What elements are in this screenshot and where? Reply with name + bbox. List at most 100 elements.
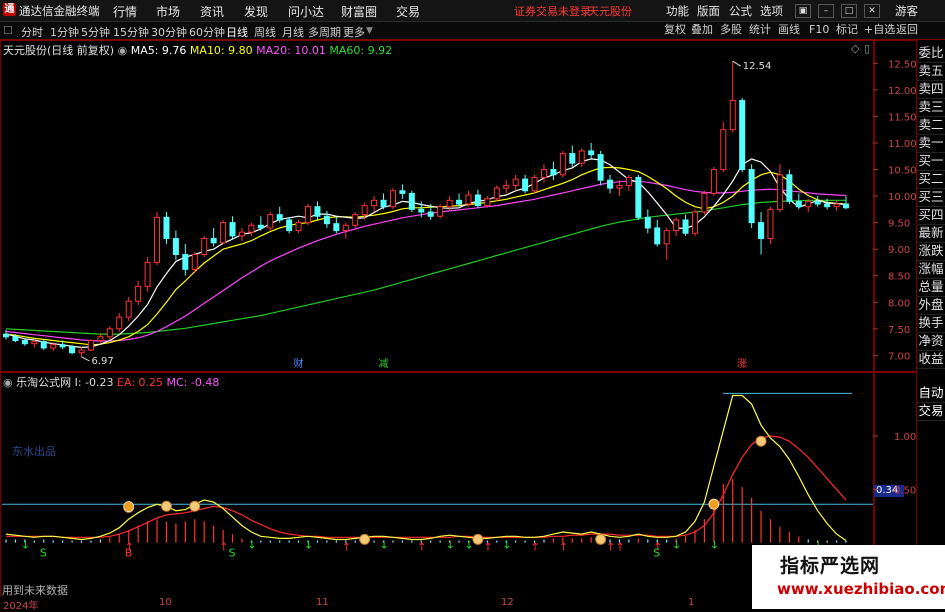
quote-field-2[interactable]: 卖四 [917,80,945,99]
candle-body [474,194,481,207]
candle-body [720,129,727,171]
xaxis-label-oct: 10 [159,597,172,608]
candle-body [663,230,670,245]
candle-body [691,211,698,234]
signal-letter: S [229,547,236,560]
price-tick-label: 8.00 [888,298,910,309]
quote-field-17[interactable]: 收益 [917,350,945,369]
buy-arrow-icon: ↑ [219,541,228,554]
candle-body [418,208,425,213]
xaxis-label-dec: 12 [501,597,514,608]
price-tick-label: 9.50 [888,219,910,230]
candle-body [371,199,378,207]
candle-body [493,187,500,200]
candle-body [31,341,38,345]
quote-field-10[interactable]: 最新 [917,224,945,243]
candle-body [323,215,330,225]
peak-chevron-icon [123,501,134,512]
auto-trade-label-0[interactable]: 自动 [917,384,945,403]
quote-field-5[interactable]: 卖一 [917,134,945,153]
quote-field-11[interactable]: 涨跌 [917,242,945,261]
candle-body [776,174,783,210]
candle-body [795,200,802,208]
candle-body [248,224,255,233]
sell-arrow-icon: ↓ [247,539,256,552]
quote-field-6[interactable]: 买一 [917,152,945,171]
candle-body [267,214,274,229]
candle-body [220,222,227,244]
candle-body [512,178,519,186]
event-marker: 涨 [737,358,747,370]
candle-body [824,203,831,208]
candle-body [201,238,208,255]
candle-body [238,231,245,237]
candle-body [135,285,142,302]
candle-body [50,344,57,349]
candle-body [333,223,340,232]
candle-body [352,214,359,226]
candle-body [635,176,642,218]
sell-arrow-icon: ↓ [446,539,455,552]
quote-field-13[interactable]: 总量 [917,278,945,297]
quote-field-0[interactable]: 委比 [917,44,945,63]
candle-body [78,349,85,354]
indicator-tick-label: 0.50 [894,485,916,496]
quote-field-9[interactable]: 买四 [917,206,945,225]
candle-body [408,192,415,210]
buy-arrow-icon: ↑ [483,541,492,554]
candle-body [531,176,538,192]
low-pointer [81,356,90,362]
event-marker: 财 [294,357,304,370]
candle-body [559,153,566,176]
sell-arrow-icon: ↓ [502,539,511,552]
candle-body [69,346,76,354]
buy-arrow-icon: ↑ [531,541,540,554]
quote-field-12[interactable]: 涨幅 [917,260,945,279]
candle-body [569,153,576,164]
quote-field-4[interactable]: 卖二 [917,116,945,135]
candle-body [748,169,755,224]
quote-field-3[interactable]: 卖三 [917,98,945,117]
buy-arrow-icon: ↑ [417,541,426,554]
buy-arrow-icon: ↑ [615,541,624,554]
chart-canvas[interactable]: 12.5012.0011.5011.0010.5010.009.509.008.… [0,0,945,609]
quote-field-8[interactable]: 买三 [917,188,945,207]
sell-arrow-icon: ↓ [464,539,473,552]
candle-body [295,222,302,232]
candle-body [484,198,491,207]
candle-body [229,222,236,237]
candle-body [729,99,736,131]
quote-field-16[interactable]: 净资 [917,332,945,351]
candle-body [805,200,812,208]
low-price-label: 6.97 [92,356,114,367]
auto-trade-label-1[interactable]: 交易 [917,402,945,421]
candle-body [710,169,717,194]
price-tick-label: 12.00 [888,86,917,97]
price-tick-label: 7.50 [888,325,910,336]
money-bag-icon [472,533,484,545]
candle-body [21,340,28,345]
quote-field-15[interactable]: 换手 [917,314,945,333]
candle-body [437,206,444,217]
watermark-title: 指标严选网 [780,555,881,577]
candle-body [427,211,434,217]
quote-field-14[interactable]: 外盘 [917,296,945,315]
candle-body [625,176,632,186]
candle-body [588,150,595,156]
candle-body [380,199,387,208]
high-pointer [732,60,742,67]
candle-body [833,203,840,208]
buy-arrow-icon: ↑ [606,541,615,554]
money-bag-icon [160,500,172,512]
candle-body [106,328,113,338]
candle-body [399,190,406,194]
ma10-line [5,166,847,346]
candle-body [154,216,161,263]
candle-body [12,336,19,342]
quote-field-7[interactable]: 买二 [917,170,945,189]
sell-arrow-icon: ↓ [21,539,30,552]
price-tick-label: 11.00 [888,139,917,150]
signal-letter: S [40,547,47,560]
candle-body [550,169,557,176]
quote-field-1[interactable]: 卖五 [917,62,945,81]
